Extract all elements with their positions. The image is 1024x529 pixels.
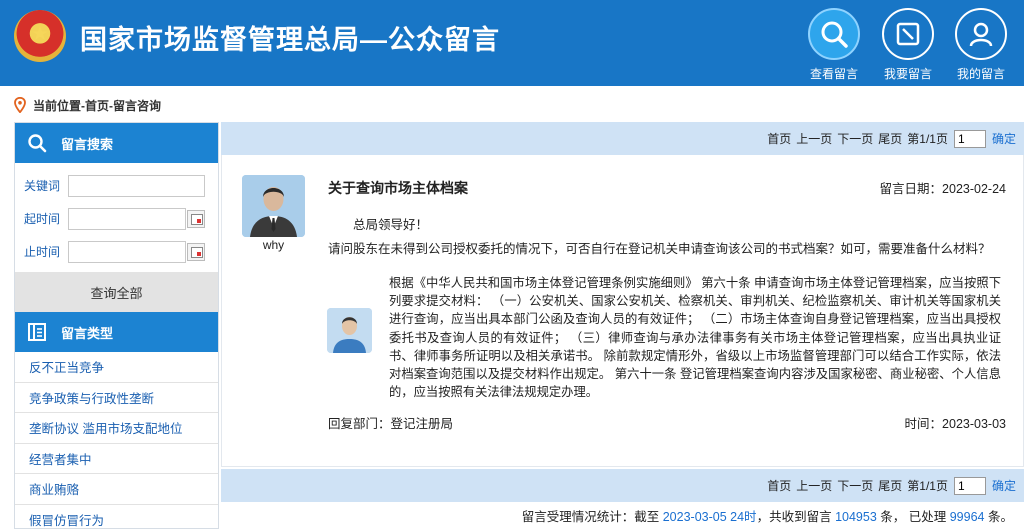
start-date-input[interactable] — [68, 207, 186, 230]
first-page-link[interactable]: 首页 — [767, 477, 791, 494]
search-icon — [821, 21, 848, 48]
last-page-link[interactable]: 尾页 — [878, 477, 902, 494]
pager-bottom: 首页 上一页 下一页 尾页 第1/1页 确定 — [221, 469, 1024, 502]
statistics-line: 留言受理情况统计：截至 2023-03-05 24时，共收到留言 104953 … — [522, 506, 1013, 525]
message-date: 留言日期：2023-02-24 — [880, 178, 1006, 197]
message-date-value: 2023-02-24 — [942, 182, 1006, 196]
search-section-header: 留言搜索 — [15, 123, 218, 163]
prev-page-link[interactable]: 上一页 — [796, 130, 832, 147]
message-card: why 关于查询市场主体档案 留言日期：2023-02-24 总局领导好！ 请问… — [221, 155, 1024, 467]
end-date-row: 止时间 — [15, 235, 218, 268]
confirm-page-button[interactable]: 确定 — [992, 130, 1016, 147]
reply-time: 时间：2023-03-03 — [905, 413, 1006, 432]
calendar-icon[interactable] — [187, 242, 205, 261]
type-item[interactable]: 商业贿赂 — [15, 474, 218, 505]
page-number-input[interactable] — [953, 129, 986, 148]
person-icon — [327, 308, 372, 353]
user-avatar — [242, 175, 305, 237]
user-icon — [969, 22, 993, 47]
start-date-label: 起时间 — [24, 212, 61, 226]
prev-page-link[interactable]: 上一页 — [796, 477, 832, 494]
query-all-button[interactable]: 查询全部 — [15, 272, 218, 312]
confirm-page-button[interactable]: 确定 — [992, 477, 1016, 494]
stats-total: 104953 — [835, 510, 877, 524]
message-question: 请问股东在未得到公司授权委托的情况下，可否自行在登记机关申请查询该公司的书式档案… — [328, 242, 991, 256]
message-date-label: 留言日期： — [879, 182, 943, 196]
my-messages-button[interactable]: 我的留言 — [951, 8, 1011, 84]
type-item[interactable]: 反不正当竞争 — [15, 352, 218, 383]
national-emblem-icon — [14, 10, 66, 62]
stats-processed: 99964 — [949, 510, 985, 524]
reply-avatar — [327, 308, 372, 353]
post-message-button[interactable]: 我要留言 — [878, 8, 938, 84]
my-messages-label: 我的留言 — [956, 67, 1005, 81]
keyword-input[interactable] — [68, 174, 205, 197]
main-content: 首页 上一页 下一页 尾页 第1/1页 确定 why 关于查询市场主体档案 留言… — [221, 122, 1024, 529]
last-page-link[interactable]: 尾页 — [878, 130, 902, 147]
search-section-title: 留言搜索 — [61, 136, 114, 152]
location-pin-icon — [14, 97, 26, 113]
types-section-header: 留言类型 — [15, 312, 218, 352]
start-date-row: 起时间 — [15, 202, 218, 235]
type-item[interactable]: 假冒仿冒行为 — [15, 505, 218, 529]
user-name: why — [262, 238, 285, 252]
type-item[interactable]: 竞争政策与行政性垄断 — [15, 383, 218, 413]
keyword-label: 关键词 — [24, 179, 61, 193]
page-info: 第1/1页 — [907, 479, 948, 493]
stats-mid1: ，共收到留言 — [756, 510, 832, 524]
reply-department-value: 登记注册局 — [390, 417, 454, 431]
end-date-input[interactable] — [68, 240, 186, 263]
type-item[interactable]: 经营者集中 — [15, 444, 218, 474]
view-messages-label: 查看留言 — [809, 67, 858, 81]
stats-prefix: 留言受理情况统计：截至 — [521, 510, 660, 524]
stats-mid2: 条， 已处理 — [880, 510, 947, 524]
stats-suffix: 条。 — [987, 510, 1013, 524]
stats-date: 2023-03-05 24时 — [662, 510, 757, 524]
next-page-link[interactable]: 下一页 — [837, 477, 873, 494]
site-header: 国家市场监督管理总局—公众留言 查看留言 我要留言 我的留言 — [0, 0, 1024, 86]
search-icon — [28, 134, 47, 153]
types-section-title: 留言类型 — [61, 325, 114, 341]
sidebar: 留言搜索 关键词 起时间 止时间 查询全部 留言类型 反不正当竞争 竞争政策与行… — [14, 122, 219, 529]
site-title: 国家市场监督管理总局—公众留言 — [80, 25, 500, 55]
end-date-label: 止时间 — [24, 245, 61, 259]
message-greeting: 总局领导好！ — [353, 218, 429, 232]
first-page-link[interactable]: 首页 — [767, 130, 791, 147]
breadcrumb: 当前位置-首页-留言咨询 — [14, 96, 161, 114]
book-icon — [28, 323, 46, 341]
page-number-input[interactable] — [953, 476, 986, 495]
post-message-label: 我要留言 — [883, 67, 932, 81]
calendar-icon[interactable] — [187, 209, 205, 228]
reply-department-label: 回复部门： — [328, 417, 391, 431]
message-title: 关于查询市场主体档案 — [328, 180, 468, 196]
reply-text: 根据《中华人民共和国市场主体登记管理条例实施细则》 第六十条 申请查询市场主体登… — [389, 276, 1001, 400]
person-icon — [242, 175, 305, 237]
reply-time-value: 2023-03-03 — [942, 417, 1006, 431]
type-item[interactable]: 垄断协议 滥用市场支配地位 — [15, 413, 218, 444]
reply-time-label: 时间： — [904, 417, 943, 431]
reply-department: 回复部门：登记注册局 — [328, 413, 453, 432]
pager-top: 首页 上一页 下一页 尾页 第1/1页 确定 — [221, 122, 1024, 155]
breadcrumb-text: 当前位置-首页-留言咨询 — [33, 98, 161, 113]
edit-icon — [896, 22, 920, 46]
page-info: 第1/1页 — [907, 132, 948, 146]
view-messages-button[interactable]: 查看留言 — [804, 8, 864, 84]
next-page-link[interactable]: 下一页 — [837, 130, 873, 147]
keyword-row: 关键词 — [15, 169, 218, 202]
